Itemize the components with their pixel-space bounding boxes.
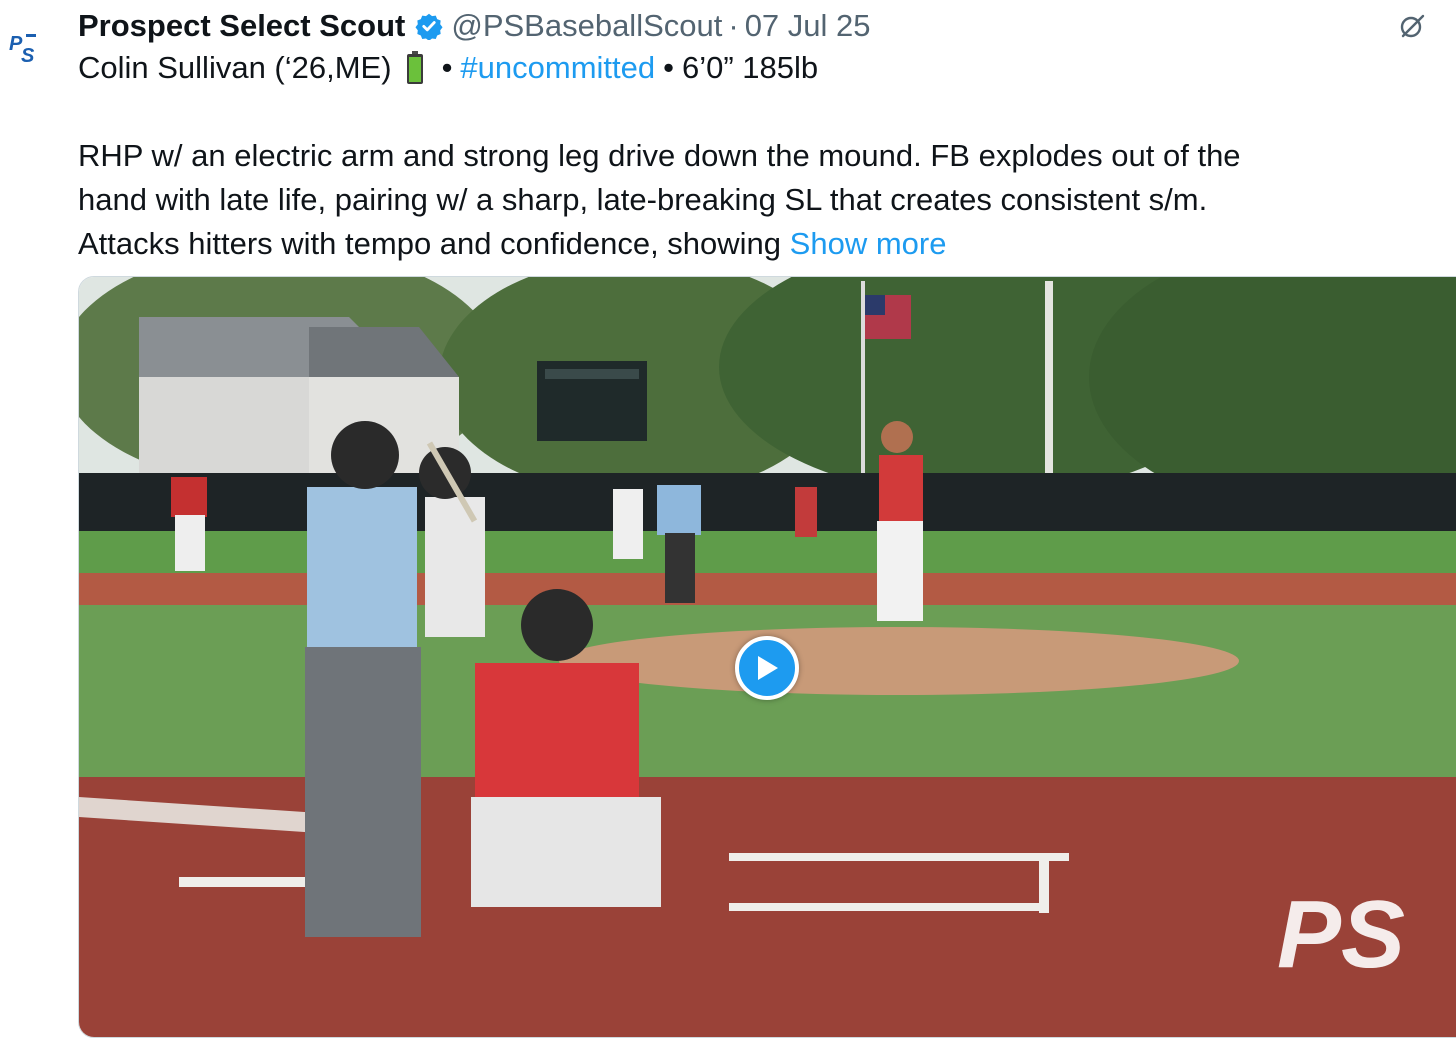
tweet-header: Prospect Select Scout @PSBaseballScout ·…	[78, 4, 871, 48]
player-name: Colin Sullivan (‘26,ME)	[78, 50, 392, 85]
player-info-line: Colin Sullivan (‘26,ME) • #uncommitted •…	[78, 46, 818, 90]
bullet-separator: •	[441, 50, 453, 85]
player-size: 6’0” 185lb	[682, 50, 819, 85]
tweet-body-line: Attacks hitters with tempo and confidenc…	[78, 226, 790, 261]
svg-text:S: S	[21, 45, 35, 67]
author-handle[interactable]: @PSBaseballScout	[451, 8, 722, 44]
verified-badge-icon	[415, 13, 443, 40]
battery-emoji-icon	[406, 51, 423, 84]
grok-icon[interactable]	[1398, 12, 1426, 40]
hashtag-link[interactable]: #uncommitted	[460, 50, 655, 86]
play-icon	[758, 656, 778, 680]
tweet-body: RHP w/ an electric arm and strong leg dr…	[78, 134, 1438, 266]
header-separator: ·	[728, 8, 739, 43]
show-more-link[interactable]: Show more	[790, 226, 947, 261]
tweet-body-line: hand with late life, pairing w/ a sharp,…	[78, 182, 1208, 217]
play-button[interactable]	[735, 636, 799, 700]
ps-logo-icon: P S	[9, 33, 36, 67]
tweet-body-line: RHP w/ an electric arm and strong leg dr…	[78, 138, 1241, 173]
watermark-logo: PS	[1277, 881, 1405, 988]
author-avatar[interactable]: P S	[6, 28, 46, 68]
tweet-date[interactable]: 07 Jul 25	[745, 8, 871, 44]
bullet-separator: •	[663, 50, 674, 85]
author-name[interactable]: Prospect Select Scout	[78, 8, 405, 44]
